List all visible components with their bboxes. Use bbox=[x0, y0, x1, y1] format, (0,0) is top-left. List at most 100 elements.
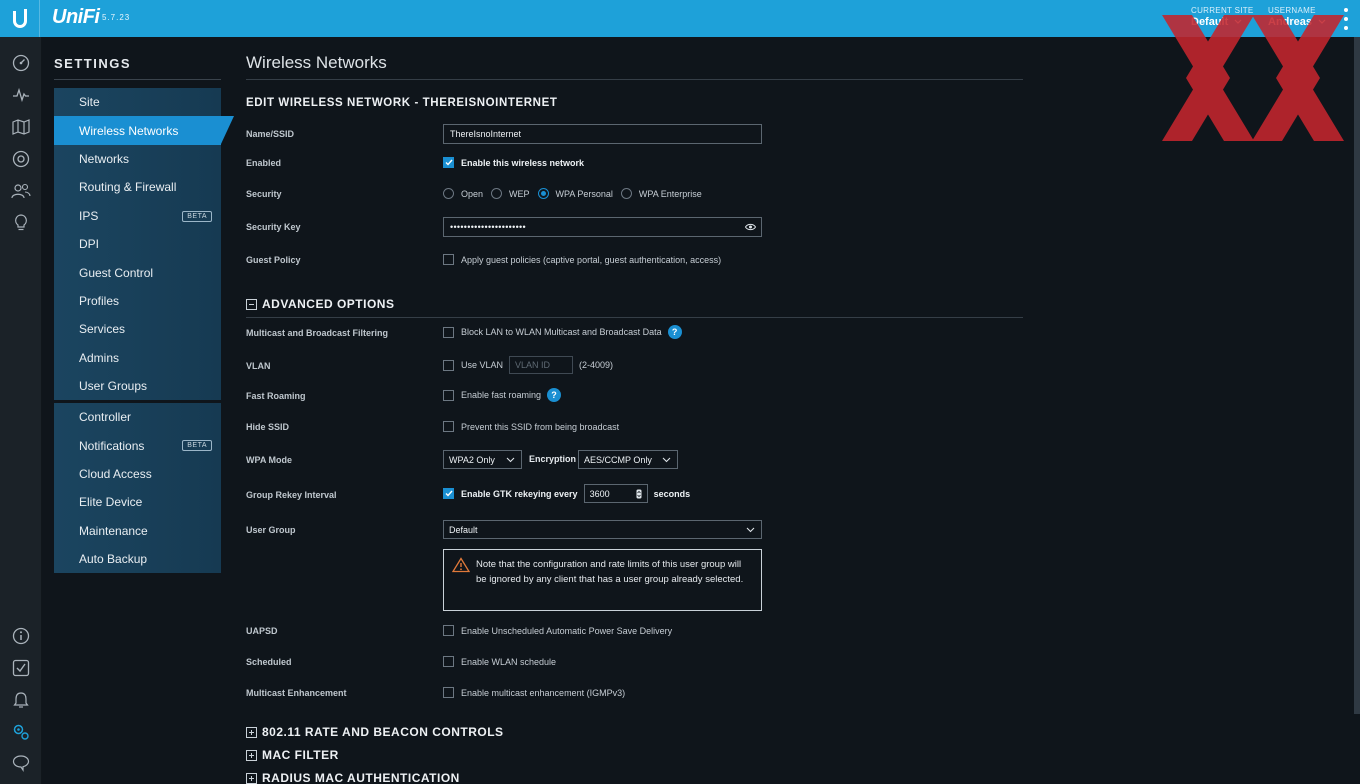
guest-policy-label: Guest Policy bbox=[246, 255, 301, 265]
user-group-note: Note that the configuration and rate lim… bbox=[443, 549, 762, 611]
scrollbar-thumb[interactable] bbox=[1354, 37, 1360, 714]
security-radio-wep[interactable] bbox=[491, 188, 503, 199]
vlan-id-input[interactable]: VLAN ID bbox=[509, 356, 574, 374]
wpa-mode-select[interactable]: WPA2 Only bbox=[443, 450, 522, 469]
nav-item-elite-device[interactable]: Elite Device bbox=[54, 488, 221, 516]
uapsd-checkbox[interactable] bbox=[443, 625, 454, 636]
user-group-note-text: Note that the configuration and rate lim… bbox=[476, 559, 744, 585]
uapsd-text: Enable Unscheduled Automatic Power Save … bbox=[461, 625, 673, 636]
clients-icon[interactable] bbox=[11, 181, 31, 201]
nav-item-site[interactable]: Site bbox=[54, 88, 221, 116]
rate-beacon-heading: 802.11 RATE AND BEACON CONTROLS bbox=[262, 725, 504, 739]
nav-item-controller[interactable]: Controller bbox=[54, 403, 221, 431]
vlan-checkbox[interactable] bbox=[443, 359, 454, 371]
scheduled-checkbox[interactable] bbox=[443, 656, 454, 667]
security-radio-open[interactable] bbox=[443, 188, 454, 199]
multicast-filter-checkbox[interactable] bbox=[443, 326, 454, 338]
dashboard-icon[interactable] bbox=[11, 53, 31, 73]
nav-item-services[interactable]: Services bbox=[54, 315, 221, 343]
check-icon bbox=[445, 159, 453, 166]
devices-icon[interactable] bbox=[11, 149, 31, 169]
current-site-label: CURRENT SITE bbox=[1191, 6, 1254, 15]
nav-item-ips[interactable]: IPS BETA bbox=[54, 202, 221, 230]
alerts-icon[interactable] bbox=[11, 690, 31, 710]
nav-item-profiles[interactable]: Profiles bbox=[54, 287, 221, 315]
guest-policy-checkbox[interactable] bbox=[443, 254, 454, 265]
user-group-select[interactable]: Default bbox=[443, 520, 762, 539]
username-label: USERNAME bbox=[1268, 6, 1316, 15]
nav-item-user-groups[interactable]: User Groups bbox=[54, 372, 221, 400]
group-rekey-control: Enable GTK rekeying every 3600 seconds bbox=[443, 484, 690, 503]
ubiquiti-logo-icon[interactable] bbox=[0, 0, 40, 37]
mac-filter-heading: MAC FILTER bbox=[262, 748, 339, 762]
security-radio-wpa-personal[interactable] bbox=[537, 188, 549, 199]
nav-item-notifications[interactable]: Notifications BETA bbox=[54, 431, 221, 459]
enabled-label: Enabled bbox=[246, 158, 282, 168]
name-ssid-input[interactable]: ThereIsnoInternet bbox=[443, 124, 762, 144]
statistics-icon[interactable] bbox=[11, 85, 31, 105]
advanced-options-toggle[interactable]: ADVANCED OPTIONS bbox=[246, 297, 394, 311]
collapse-icon bbox=[246, 298, 257, 310]
uapsd-label: UAPSD bbox=[246, 626, 278, 636]
fast-roaming-checkbox[interactable] bbox=[443, 389, 454, 401]
hide-ssid-checkbox[interactable] bbox=[443, 421, 454, 432]
nav-item-guest-control[interactable]: Guest Control bbox=[54, 258, 221, 286]
scrollbar[interactable] bbox=[1354, 37, 1360, 714]
security-option-label: WEP bbox=[509, 188, 530, 199]
encryption-select[interactable]: AES/CCMP Only bbox=[578, 450, 678, 469]
icon-rail bbox=[0, 37, 42, 784]
page-title: Wireless Networks bbox=[246, 53, 387, 72]
uapsd-control: Enable Unscheduled Automatic Power Save … bbox=[443, 625, 672, 636]
nav-item-networks[interactable]: Networks bbox=[54, 145, 221, 173]
nav-item-admins[interactable]: Admins bbox=[54, 344, 221, 372]
beta-badge: BETA bbox=[182, 210, 212, 222]
guest-policy-text: Apply guest policies (captive portal, gu… bbox=[461, 254, 722, 265]
radius-mac-heading: RADIUS MAC AUTHENTICATION bbox=[262, 771, 460, 784]
group-rekey-checkbox[interactable] bbox=[443, 488, 454, 499]
rekey-unit-text: seconds bbox=[653, 488, 691, 499]
stepper-icon[interactable] bbox=[636, 489, 642, 499]
top-bar: UniFi 5.7.23 CURRENT SITE Default USERNA… bbox=[0, 0, 1360, 37]
multicast-filter-control: Block LAN to WLAN Multicast and Broadcas… bbox=[443, 325, 682, 339]
tasks-icon[interactable] bbox=[11, 658, 31, 678]
security-key-value: •••••••••••••••••••••• bbox=[450, 222, 526, 232]
nav-item-routing-firewall[interactable]: Routing & Firewall bbox=[54, 173, 221, 201]
help-icon[interactable]: ? bbox=[667, 325, 682, 339]
multicast-filter-text: Block LAN to WLAN Multicast and Broadcas… bbox=[461, 327, 662, 337]
multicast-enhancement-checkbox[interactable] bbox=[443, 687, 454, 698]
settings-nav-group-1: Site Wireless Networks Networks Routing … bbox=[54, 88, 234, 401]
group-rekey-text: Enable GTK rekeying every bbox=[461, 488, 578, 499]
insights-icon[interactable] bbox=[11, 213, 31, 233]
rate-beacon-toggle[interactable]: 802.11 RATE AND BEACON CONTROLS bbox=[246, 725, 504, 739]
fast-roaming-label: Fast Roaming bbox=[246, 391, 306, 401]
scheduled-control: Enable WLAN schedule bbox=[443, 656, 556, 667]
settings-nav-group-2: Controller Notifications BETA Cloud Acces… bbox=[54, 403, 221, 574]
nav-item-auto-backup[interactable]: Auto Backup bbox=[54, 545, 221, 573]
settings-icon[interactable] bbox=[11, 722, 31, 742]
security-key-input[interactable]: •••••••••••••••••••••• bbox=[443, 217, 762, 237]
nav-item-dpi[interactable]: DPI bbox=[54, 230, 221, 258]
chevron-down-icon bbox=[746, 527, 755, 533]
nav-item-wireless-networks[interactable]: Wireless Networks bbox=[54, 116, 234, 145]
radius-mac-toggle[interactable]: RADIUS MAC AUTHENTICATION bbox=[246, 771, 460, 784]
eye-icon[interactable] bbox=[745, 223, 756, 231]
help-icon[interactable]: ? bbox=[547, 388, 562, 402]
multicast-enhancement-label: Multicast Enhancement bbox=[246, 688, 347, 698]
vlan-range-text: (2-4009) bbox=[579, 360, 614, 370]
fast-roaming-text: Enable fast roaming bbox=[461, 390, 542, 400]
info-icon[interactable] bbox=[11, 626, 31, 646]
enabled-checkbox[interactable] bbox=[443, 157, 454, 168]
settings-title: SETTINGS bbox=[54, 56, 132, 71]
security-option-label: WPA Enterprise bbox=[638, 188, 702, 199]
enabled-text: Enable this wireless network bbox=[461, 157, 585, 168]
security-options: Open WEP WPA Personal WPA Enterprise bbox=[443, 188, 702, 199]
nav-item-maintenance[interactable]: Maintenance bbox=[54, 517, 221, 545]
chat-icon[interactable] bbox=[11, 753, 31, 773]
nav-item-cloud-access[interactable]: Cloud Access bbox=[54, 460, 221, 488]
wpa-mode-label: WPA Mode bbox=[246, 455, 292, 465]
hide-ssid-text: Prevent this SSID from being broadcast bbox=[461, 421, 620, 432]
rekey-interval-input[interactable]: 3600 bbox=[583, 484, 648, 503]
map-icon[interactable] bbox=[11, 117, 31, 137]
mac-filter-toggle[interactable]: MAC FILTER bbox=[246, 748, 339, 762]
security-radio-wpa-enterprise[interactable] bbox=[620, 188, 632, 199]
